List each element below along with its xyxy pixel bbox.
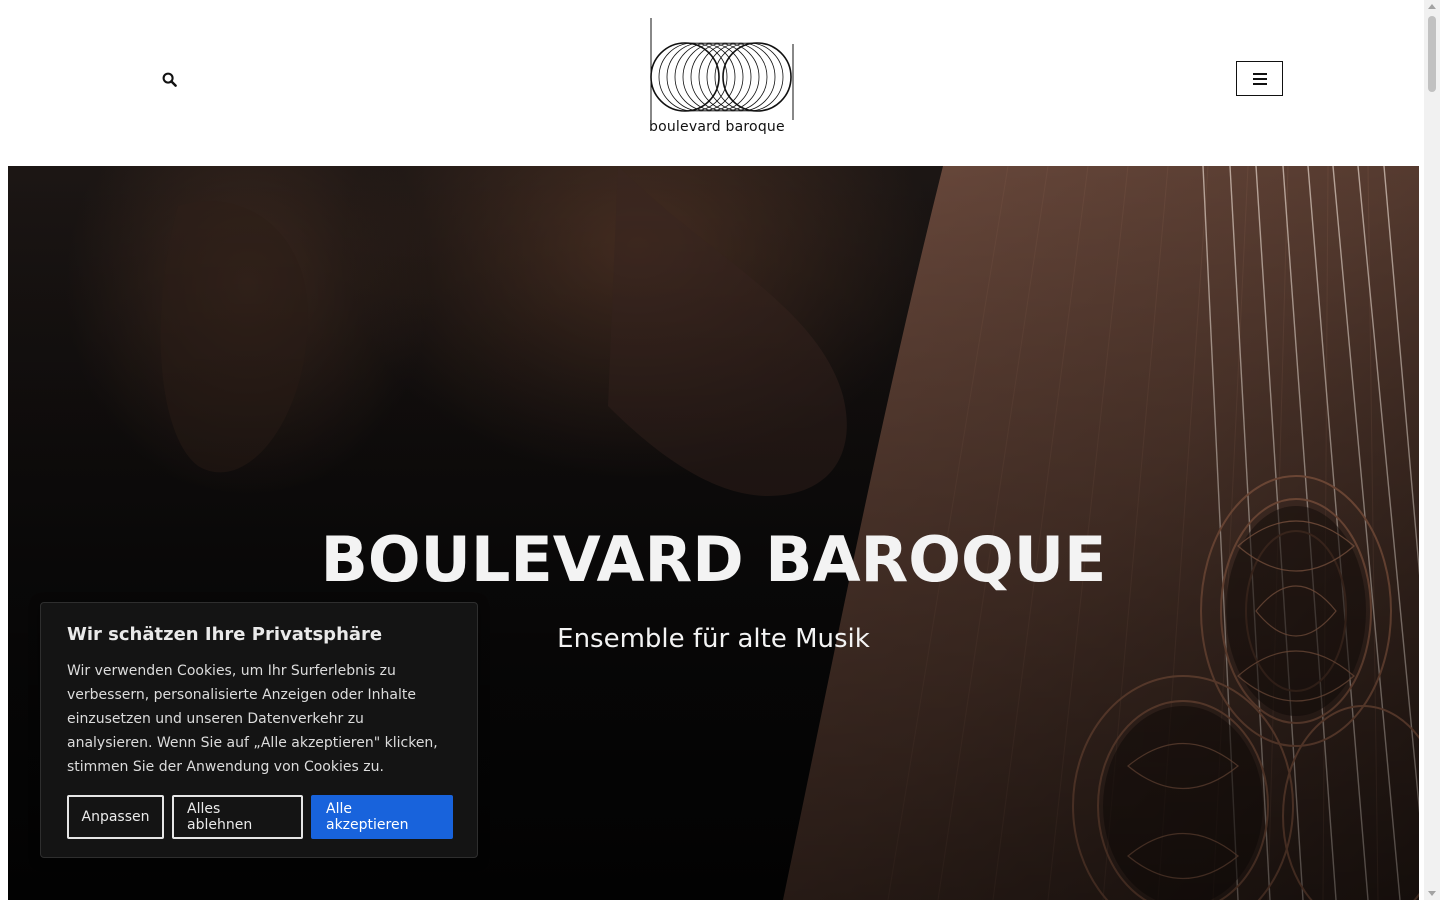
cookie-banner-text: Wir verwenden Cookies, um Ihr Surferlebn… bbox=[67, 663, 438, 775]
logo-rings-mark bbox=[650, 18, 794, 120]
cookie-banner-title: Wir schätzen Ihre Privatsphäre bbox=[67, 624, 383, 645]
site-logo[interactable]: boulevard baroque bbox=[648, 16, 796, 140]
scroll-up-arrow-icon[interactable] bbox=[1428, 4, 1436, 9]
logo-text: boulevard baroque bbox=[649, 119, 785, 135]
cookie-consent-banner: Wir schätzen Ihre Privatsphäre Wir verwe… bbox=[40, 602, 478, 858]
page-scrollbar[interactable] bbox=[1424, 0, 1440, 900]
search-button[interactable] bbox=[158, 68, 180, 90]
hamburger-menu-icon bbox=[1252, 72, 1267, 85]
scroll-thumb[interactable] bbox=[1428, 16, 1436, 92]
customize-button[interactable]: Anpassen bbox=[67, 795, 164, 839]
menu-toggle-button[interactable] bbox=[1236, 61, 1283, 96]
search-icon bbox=[162, 72, 177, 87]
cookie-banner-actions: Anpassen Alles ablehnen Alle akzeptieren bbox=[67, 795, 453, 839]
hero-title: BOULEVARD BAROQUE bbox=[320, 523, 1107, 596]
accept-all-button[interactable]: Alle akzeptieren bbox=[311, 795, 453, 839]
reject-all-button[interactable]: Alles ablehnen bbox=[172, 795, 303, 839]
site-header: boulevard baroque bbox=[8, 0, 1419, 166]
scroll-down-arrow-icon[interactable] bbox=[1428, 891, 1436, 896]
